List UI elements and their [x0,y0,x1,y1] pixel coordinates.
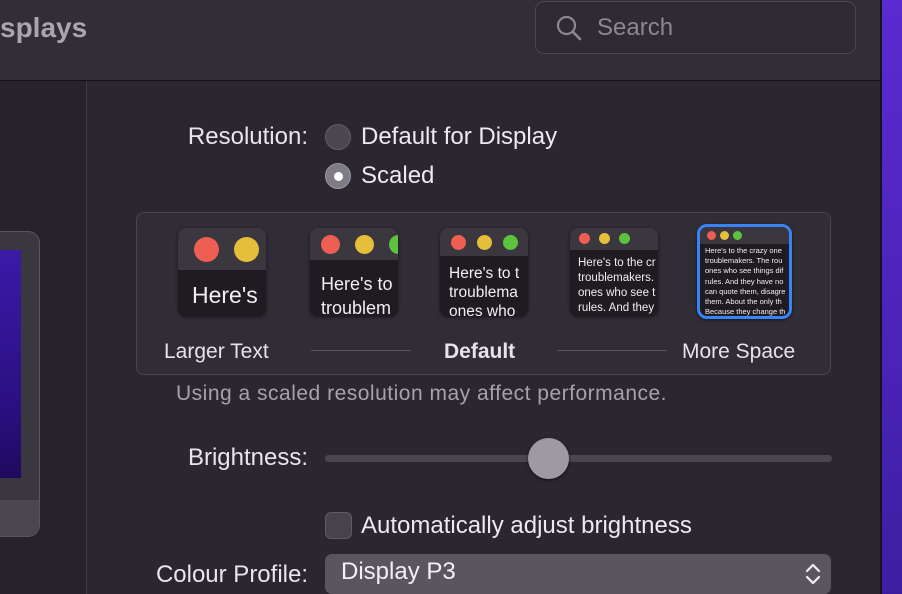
more-space-label: More Space [682,340,796,363]
scale-divider-right [557,350,667,351]
radio-default-for-display[interactable] [325,124,351,150]
close-dot-icon [451,235,466,250]
minimize-dot-icon [234,237,259,262]
thumbnail-text: Here's to troublem [321,274,393,316]
thumbnail-text: Here's to the cr troublemakers. ones who… [578,257,656,314]
close-dot-icon [579,233,590,244]
search-icon [556,15,582,41]
scale-option-default[interactable]: Here's to t troublema ones who [440,228,528,316]
minimize-dot-icon [477,235,492,250]
scale-option-2[interactable]: Here's to troublem [310,228,398,316]
display-arrangement-sidebar [0,81,87,594]
close-dot-icon [707,231,716,240]
radio-scaled[interactable] [325,163,351,189]
brightness-slider-knob[interactable] [528,438,569,479]
colour-profile-value: Display P3 [341,558,456,585]
window-title: splays [0,12,88,43]
toolbar: splays Search [0,0,882,81]
thumbnail-text: Here's to the crazy one troublemakers. T… [705,246,786,317]
zoom-dot-icon [619,233,630,244]
scale-divider-left [311,350,411,351]
scale-option-more-space[interactable]: Here's to the crazy one troublemakers. T… [697,224,792,319]
desktop-background [882,0,902,594]
search-placeholder: Search [597,14,674,41]
thumbnail-text: Here's to t troublema ones who [449,265,520,316]
colour-profile-select[interactable]: Display P3 [325,554,831,594]
default-for-display-label[interactable]: Default for Display [361,123,557,151]
chevron-updown-icon [805,563,821,585]
monitor-image[interactable] [0,231,40,537]
minimize-dot-icon [720,231,729,240]
auto-brightness-label[interactable]: Automatically adjust brightness [361,512,692,540]
minimize-dot-icon [355,235,374,254]
default-label: Default [444,340,516,363]
zoom-dot-icon [733,231,742,240]
resolution-label: Resolution: [187,123,308,150]
colour-profile-label: Colour Profile: [155,561,308,588]
search-field[interactable]: Search [535,1,856,54]
close-dot-icon [321,235,340,254]
monitor-bezel [0,500,39,536]
brightness-slider[interactable] [325,455,832,462]
close-dot-icon [194,237,219,262]
scale-option-larger-text[interactable]: Here's [178,228,266,316]
scale-option-4[interactable]: Here's to the cr troublemakers. ones who… [570,228,658,316]
minimize-dot-icon [599,233,610,244]
scaled-label[interactable]: Scaled [361,162,434,190]
display-preferences-window: splays Search Resolution: Default for Di… [0,0,882,594]
performance-note: Using a scaled resolution may affect per… [176,382,668,405]
zoom-dot-icon [503,235,518,250]
thumbnail-text: Here's [192,282,258,308]
monitor-screen [0,250,21,478]
larger-text-label: Larger Text [164,340,269,363]
brightness-label: Brightness: [187,444,308,471]
auto-brightness-checkbox[interactable] [325,512,352,539]
